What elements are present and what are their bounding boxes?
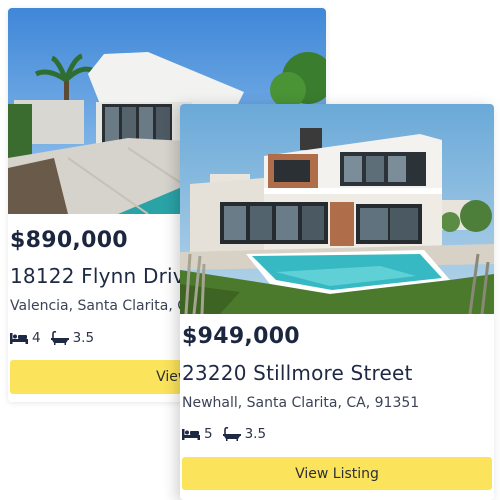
listing-price: $949,000 (182, 324, 300, 349)
listing-city: Valencia, Santa Clarita, CA (10, 298, 197, 314)
bed-icon (182, 429, 200, 440)
listing-photo-stillmore[interactable] (180, 104, 494, 314)
bathtub-icon (222, 427, 241, 441)
view-listing-button[interactable]: View Listing (182, 457, 492, 490)
listing-amenities: 4 3.5 (10, 330, 100, 346)
bed-count: 4 (32, 330, 41, 346)
listing-city: Newhall, Santa Clarita, CA, 91351 (182, 395, 420, 411)
listing-amenities: 5 3.5 (182, 426, 272, 442)
listing-street: 18122 Flynn Drive (10, 264, 198, 288)
bed-count: 5 (204, 426, 213, 442)
bath-count: 3.5 (244, 426, 267, 442)
bathtub-icon (50, 331, 69, 345)
bath-count: 3.5 (72, 330, 95, 346)
listing-card-stillmore: $949,000 23220 Stillmore Street Newhall,… (180, 104, 494, 500)
listing-street: 23220 Stillmore Street (182, 361, 413, 385)
bed-icon (10, 333, 28, 344)
listing-price: $890,000 (10, 228, 128, 253)
